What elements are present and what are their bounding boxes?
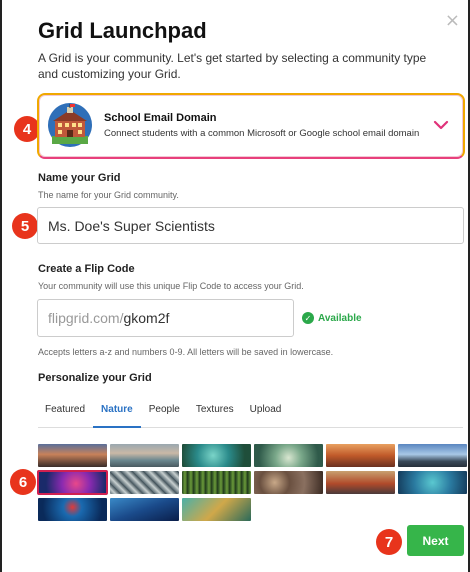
availability-status: ✓ Available xyxy=(302,312,362,324)
background-category-tabs: Featured Nature People Textures Upload xyxy=(38,400,463,428)
step-badge-7: 7 xyxy=(376,529,402,555)
tab-upload[interactable]: Upload xyxy=(242,400,290,428)
tab-nature[interactable]: Nature xyxy=(93,400,141,428)
background-tile[interactable] xyxy=(38,498,107,521)
step-badge-5: 5 xyxy=(12,213,38,239)
background-tile[interactable] xyxy=(110,471,179,494)
flip-code-value: gkom2f xyxy=(123,310,170,326)
background-tile[interactable] xyxy=(110,444,179,467)
close-icon[interactable]: × xyxy=(445,12,460,30)
personalize-label: Personalize your Grid xyxy=(38,372,152,384)
tab-featured[interactable]: Featured xyxy=(38,400,93,428)
step-badge-6: 6 xyxy=(10,469,36,495)
next-button[interactable]: Next xyxy=(407,525,464,556)
community-type-title: School Email Domain xyxy=(104,112,217,124)
background-tile[interactable] xyxy=(326,444,395,467)
background-tile[interactable] xyxy=(254,471,323,494)
flip-code-input[interactable]: flipgrid.com/gkom2f xyxy=(37,299,294,337)
background-tile[interactable] xyxy=(182,471,251,494)
background-tile[interactable] xyxy=(326,471,395,494)
chevron-down-icon[interactable] xyxy=(433,117,449,133)
school-building-icon xyxy=(48,103,92,147)
flip-code-prefix: flipgrid.com/ xyxy=(48,310,124,326)
tab-textures[interactable]: Textures xyxy=(188,400,242,428)
flip-code-hint: Your community will use this unique Flip… xyxy=(38,281,304,291)
flip-code-rules: Accepts letters a-z and numbers 0-9. All… xyxy=(38,347,334,357)
grid-name-input[interactable]: Ms. Doe's Super Scientists xyxy=(37,207,464,244)
background-tile[interactable] xyxy=(398,444,467,467)
check-icon: ✓ xyxy=(302,312,314,324)
community-type-description: Connect students with a common Microsoft… xyxy=(104,128,420,139)
background-tile[interactable] xyxy=(182,444,251,467)
background-tile-selected[interactable] xyxy=(37,470,108,495)
flip-code-label: Create a Flip Code xyxy=(38,263,135,275)
background-tile[interactable] xyxy=(110,498,179,521)
background-tile[interactable] xyxy=(254,444,323,467)
tab-people[interactable]: People xyxy=(141,400,188,428)
availability-label: Available xyxy=(318,312,362,324)
community-type-select[interactable]: School Email Domain Connect students wit… xyxy=(37,93,465,159)
background-tile[interactable] xyxy=(398,471,467,494)
dialog-title: Grid Launchpad xyxy=(38,18,207,43)
background-tile[interactable] xyxy=(38,444,107,467)
grid-name-hint: The name for your Grid community. xyxy=(38,190,179,200)
grid-name-label: Name your Grid xyxy=(38,172,121,184)
background-tile[interactable] xyxy=(182,498,251,521)
dialog-subtitle: A Grid is your community. Let's get star… xyxy=(38,51,427,81)
